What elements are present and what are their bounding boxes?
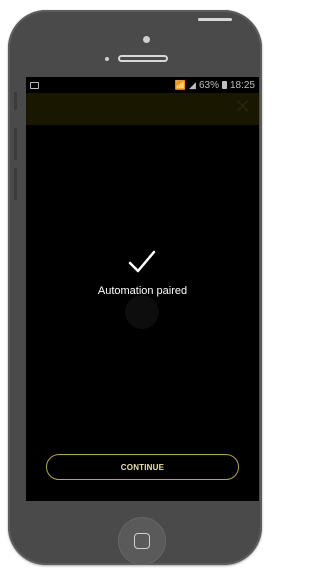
home-square-icon bbox=[134, 533, 150, 549]
front-camera bbox=[143, 36, 150, 43]
home-button[interactable] bbox=[118, 517, 166, 565]
volume-down-button bbox=[14, 168, 17, 200]
dimmed-header: ✕ bbox=[26, 93, 259, 125]
dimmed-circle bbox=[125, 295, 159, 329]
dimmed-header-text bbox=[116, 96, 156, 122]
status-indicators: 📶 ◢ 63% 18:25 bbox=[175, 80, 255, 91]
battery-icon bbox=[221, 81, 227, 89]
signal-icon: ◢ bbox=[189, 79, 196, 90]
check-icon bbox=[128, 250, 156, 273]
battery-percent: 63% bbox=[198, 79, 219, 91]
continue-button[interactable]: CONTINUE bbox=[46, 454, 239, 480]
phone-screen: 📶 ◢ 63% 18:25 ✕ Automation paired CONTIN… bbox=[26, 77, 259, 501]
close-icon[interactable]: ✕ bbox=[234, 97, 251, 117]
volume-up-button bbox=[14, 128, 17, 160]
earpiece-speaker bbox=[118, 55, 168, 62]
wifi-icon: 📶 bbox=[174, 79, 187, 90]
clock: 18:25 bbox=[229, 79, 255, 91]
status-bar: 📶 ◢ 63% 18:25 bbox=[26, 77, 259, 93]
power-button bbox=[198, 18, 232, 21]
notification-image-icon bbox=[30, 81, 39, 89]
proximity-sensor bbox=[105, 57, 109, 61]
status-message: Automation paired bbox=[97, 285, 188, 297]
mute-switch bbox=[14, 92, 17, 110]
